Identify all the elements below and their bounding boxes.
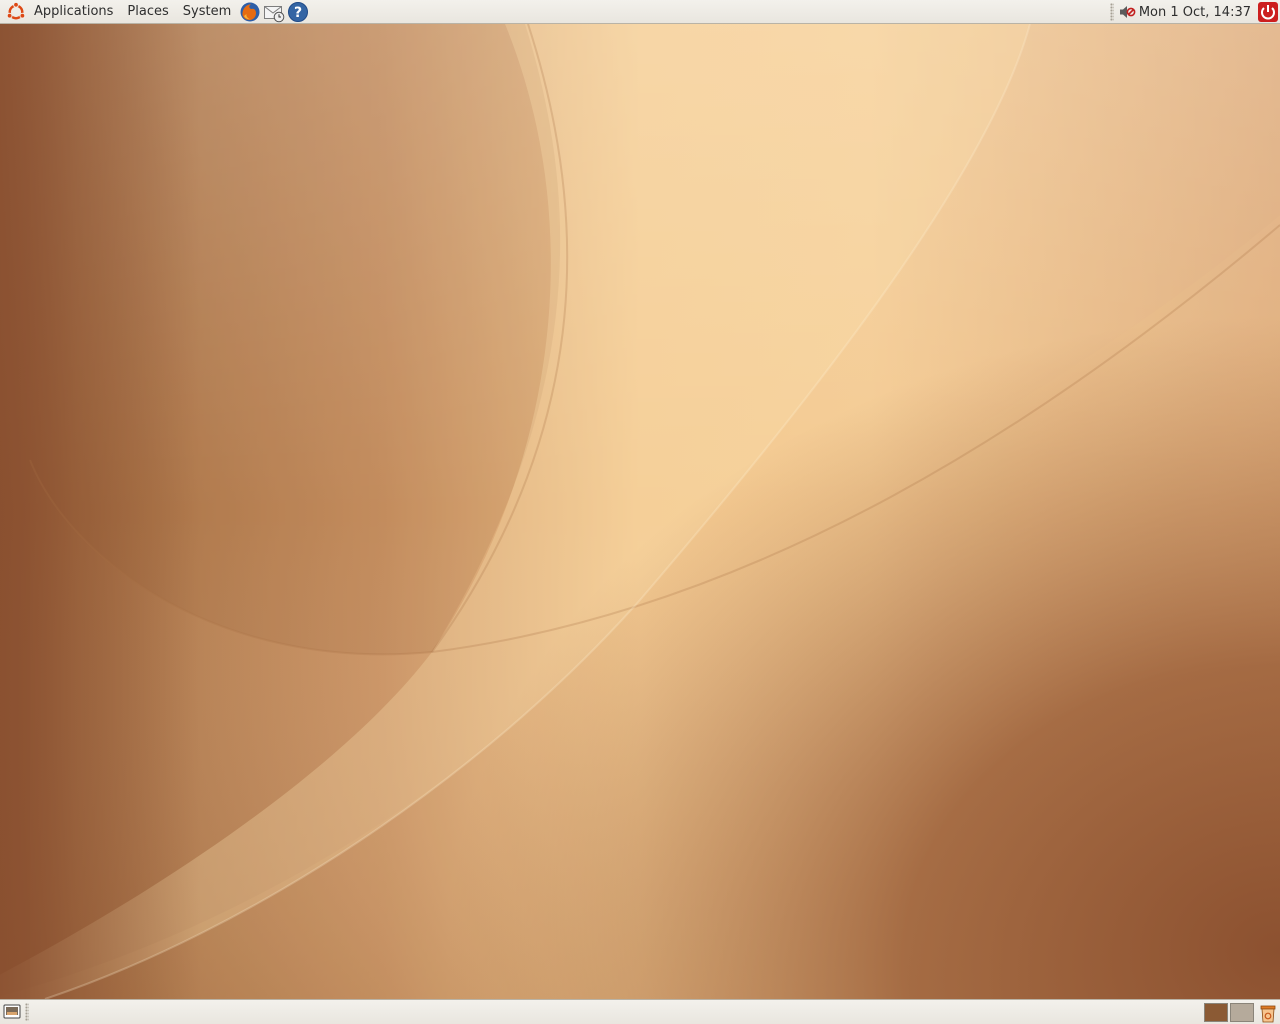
clock[interactable]: Mon 1 Oct, 14:37 — [1136, 5, 1257, 20]
panel-handle-bottom[interactable] — [25, 1003, 29, 1021]
ubuntu-logo-icon[interactable] — [5, 1, 27, 23]
volume-muted-icon[interactable] — [1118, 3, 1136, 21]
mail-icon[interactable] — [263, 1, 285, 23]
show-desktop-icon[interactable] — [1, 1002, 23, 1022]
applications-menu[interactable]: Applications — [27, 0, 120, 24]
notification-area: Mon 1 Oct, 14:37 — [1106, 0, 1280, 24]
power-icon[interactable] — [1257, 1, 1279, 23]
wallpaper — [0, 24, 1280, 999]
system-menu[interactable]: System — [176, 0, 238, 24]
workspace-2[interactable] — [1230, 1003, 1254, 1022]
workspace-1[interactable] — [1204, 1003, 1228, 1022]
desktop[interactable] — [0, 24, 1280, 999]
bottom-panel — [0, 999, 1280, 1024]
trash-icon[interactable] — [1257, 1002, 1279, 1023]
svg-text:?: ? — [294, 5, 302, 21]
panel-handle[interactable] — [1109, 3, 1114, 21]
top-panel: Applications Places System ? Mon 1 Oct, … — [0, 0, 1280, 24]
firefox-icon[interactable] — [239, 1, 261, 23]
help-icon[interactable]: ? — [287, 1, 309, 23]
places-menu[interactable]: Places — [120, 0, 175, 24]
